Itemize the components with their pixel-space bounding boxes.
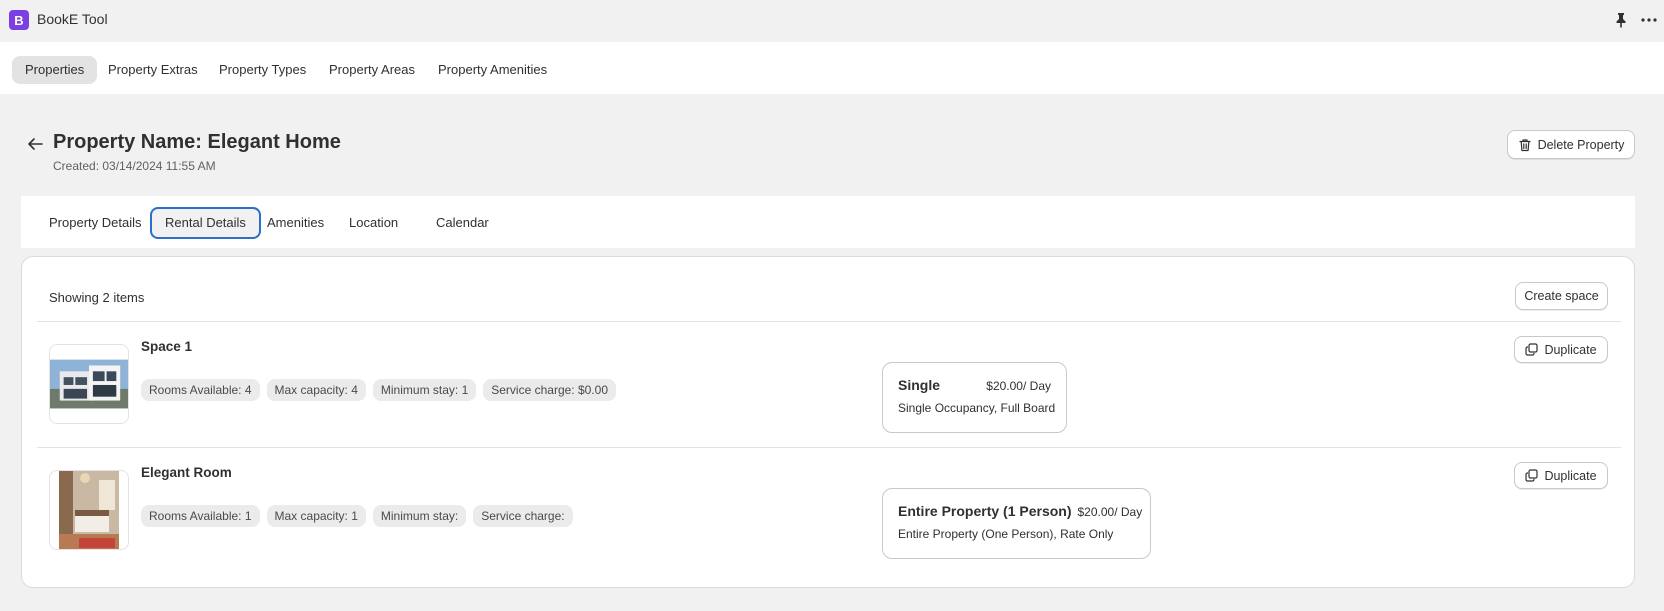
tab-amenities[interactable]: Amenities [254,207,337,239]
duplicate-icon [1525,469,1539,482]
property-tabs: Property Details Rental Details Amenitie… [21,196,1635,248]
nav-property-areas[interactable]: Property Areas [316,56,428,84]
rooms-available-badge: Rooms Available: 1 [141,505,260,527]
created-timestamp: Created: 03/14/2024 11:55 AM [53,159,216,173]
arrow-left-icon[interactable] [26,135,44,153]
tab-location[interactable]: Location [336,207,411,239]
delete-property-label: Delete Property [1537,137,1625,152]
nav-property-types[interactable]: Property Types [206,56,319,84]
max-capacity-badge: Max capacity: 4 [266,379,366,401]
top-navigation: Properties Property Extras Property Type… [0,42,1664,94]
trash-icon [1518,138,1531,151]
create-space-button[interactable]: Create space [1515,282,1608,310]
space-thumbnail [49,470,129,550]
rate-price: $20.00/ Day [1077,505,1143,519]
max-capacity-badge: Max capacity: 1 [266,505,366,527]
nav-property-extras[interactable]: Property Extras [95,56,211,84]
space-thumbnail [49,344,129,424]
nav-properties[interactable]: Properties [12,56,98,84]
rate-price: $20.00/ Day [986,379,1051,393]
duplicate-label: Duplicate [1544,468,1597,483]
rate-name: Entire Property (1 Person) [898,503,1072,519]
rate-description: Single Occupancy, Full Board [898,401,1056,415]
tab-property-details[interactable]: Property Details [36,207,154,239]
spaces-card: Showing 2 items Create space Space 1 Roo… [21,256,1635,588]
space-attributes: Rooms Available: 4 Max capacity: 4 Minim… [141,379,616,401]
service-charge-badge: Service charge: [473,505,573,527]
list-item: Space 1 Rooms Available: 4 Max capacity:… [22,322,1634,448]
list-item: Elegant Room Rooms Available: 1 Max capa… [22,448,1634,574]
service-charge-badge: Service charge: $0.00 [483,379,616,401]
delete-property-button[interactable]: Delete Property [1507,130,1635,159]
rate-card[interactable]: Entire Property (1 Person) $20.00/ Day E… [882,488,1151,559]
rate-description: Entire Property (One Person), Rate Only [898,527,1114,541]
nav-property-amenities[interactable]: Property Amenities [425,56,560,84]
rate-card[interactable]: Single $20.00/ Day Single Occupancy, Ful… [882,362,1067,433]
minimum-stay-badge: Minimum stay: [372,505,467,527]
item-count: Showing 2 items [49,290,145,305]
app-title: BookE Tool [37,11,108,27]
duplicate-button[interactable]: Duplicate [1514,462,1608,489]
house-photo [50,359,128,409]
page-title: Property Name: Elegant Home [53,131,341,153]
duplicate-icon [1525,343,1539,356]
more-icon[interactable] [1640,12,1658,28]
tab-calendar[interactable]: Calendar [423,207,502,239]
space-name: Elegant Room [141,465,232,480]
space-name: Space 1 [141,339,193,354]
room-photo [59,471,119,549]
tab-rental-details[interactable]: Rental Details [150,207,261,239]
rooms-available-badge: Rooms Available: 4 [141,379,260,401]
pin-icon[interactable] [1613,12,1629,28]
app-logo: B [9,10,29,30]
duplicate-button[interactable]: Duplicate [1514,336,1608,363]
rate-name: Single [898,377,941,393]
space-attributes: Rooms Available: 1 Max capacity: 1 Minim… [141,505,573,527]
title-bar: B BookE Tool [0,0,1664,40]
duplicate-label: Duplicate [1544,342,1597,357]
minimum-stay-badge: Minimum stay: 1 [372,379,477,401]
